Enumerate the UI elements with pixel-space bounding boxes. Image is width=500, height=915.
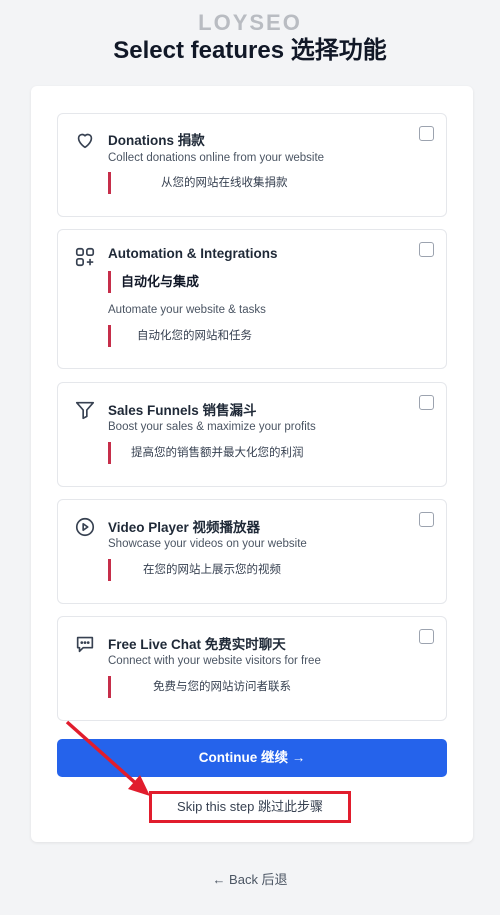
feature-note: 从您的网站在线收集捐款: [108, 172, 288, 194]
play-circle-icon: [74, 516, 96, 538]
feature-note: 在您的网站上展示您的视频: [108, 559, 281, 581]
page-title: Select features 选择功能: [113, 37, 387, 64]
feature-subtitle: Connect with your website visitors for f…: [108, 655, 321, 667]
feature-title: Free Live Chat 免费实时聊天: [108, 637, 286, 652]
feature-sales-funnels[interactable]: Sales Funnels 销售漏斗 Boost your sales & ma…: [57, 382, 447, 487]
feature-title: Automation & Integrations: [108, 246, 278, 261]
back-link[interactable]: ← Back 后退: [0, 869, 500, 888]
features-card: Donations 捐款 Collect donations online fr…: [31, 86, 473, 842]
feature-title: Video Player 视频播放器: [108, 520, 261, 535]
feature-subtitle: Boost your sales & maximize your profits: [108, 421, 316, 433]
heart-icon: [74, 129, 96, 151]
feature-checkbox-donations[interactable]: [419, 126, 434, 141]
feature-title: Donations 捐款: [108, 133, 205, 148]
feature-subtitle: Collect donations online from your websi…: [108, 152, 325, 164]
apps-plus-icon: [74, 246, 96, 268]
feature-donations[interactable]: Donations 捐款 Collect donations online fr…: [57, 113, 447, 217]
feature-checkbox-video-player[interactable]: [419, 512, 434, 527]
feature-checkbox-automation[interactable]: [419, 242, 434, 257]
continue-button[interactable]: Continue 继续 →: [57, 739, 447, 777]
feature-checkbox-live-chat[interactable]: [419, 629, 434, 644]
feature-note: 免费与您的网站访问者联系: [108, 676, 291, 698]
feature-live-chat[interactable]: Free Live Chat 免费实时聊天 Connect with your …: [57, 616, 447, 721]
funnel-icon: [74, 399, 96, 421]
feature-checkbox-sales-funnels[interactable]: [419, 395, 434, 410]
chat-icon: [74, 633, 96, 655]
annotation-highlight-box: [149, 791, 351, 823]
feature-title-cn: 自动化与集成: [108, 271, 199, 293]
feature-video-player[interactable]: Video Player 视频播放器 Showcase your videos …: [57, 499, 447, 604]
feature-subtitle: Showcase your videos on your website: [108, 538, 307, 550]
feature-automation[interactable]: Automation & Integrations 自动化与集成 Automat…: [57, 229, 447, 369]
feature-subtitle: Automate your website & tasks: [108, 304, 266, 316]
feature-note: 提高您的销售额并最大化您的利润: [108, 442, 304, 464]
feature-title: Sales Funnels 销售漏斗: [108, 403, 257, 418]
feature-note: 自动化您的网站和任务: [108, 325, 252, 347]
